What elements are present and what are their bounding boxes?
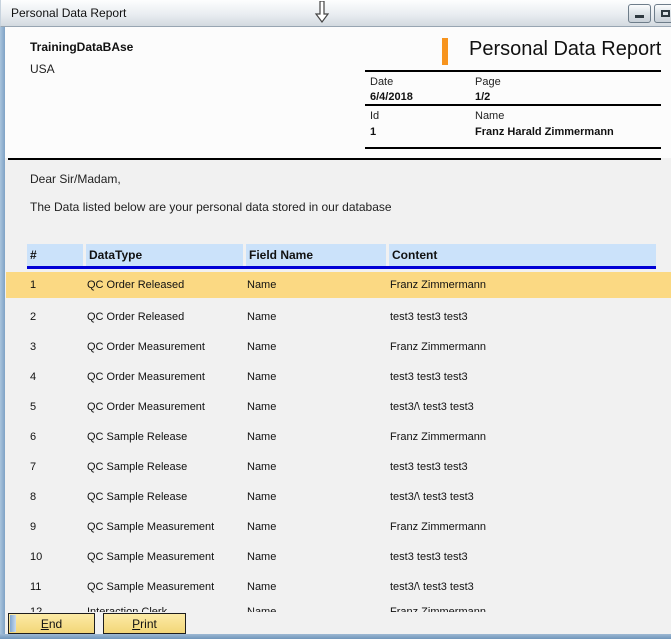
- cell-field: Name: [247, 332, 390, 362]
- cell-content: test3/\ test3 test3: [390, 482, 671, 512]
- cell-n: 10: [6, 542, 87, 572]
- cell-field: Name: [247, 482, 390, 512]
- cell-content: Franz Zimmermann: [390, 272, 671, 298]
- cell-content: test3 test3 test3: [390, 542, 671, 572]
- company-name: TrainingDataBAse: [30, 40, 133, 54]
- cell-field: Name: [247, 452, 390, 482]
- cell-n: 7: [6, 452, 87, 482]
- cell-field: Name: [247, 542, 390, 572]
- page-label: Page: [475, 76, 501, 88]
- cell-n: 1: [6, 272, 87, 298]
- cell-datatype: QC Sample Release: [87, 422, 247, 452]
- cell-datatype: QC Sample Measurement: [87, 512, 247, 542]
- window-border-bottom: [0, 634, 671, 639]
- intro-text: The Data listed below are your personal …: [30, 200, 392, 214]
- cell-field: Name: [247, 362, 390, 392]
- table-row[interactable]: 9QC Sample MeasurementNameFranz Zimmerma…: [6, 512, 671, 542]
- cell-field: Name: [247, 302, 390, 332]
- table-header-underline: [27, 266, 656, 269]
- name-value: Franz Harald Zimmermann: [475, 126, 614, 138]
- column-header-content[interactable]: Content: [389, 244, 656, 266]
- cell-content: test3 test3 test3: [390, 362, 671, 392]
- cell-field: Name: [247, 597, 390, 613]
- table-row[interactable]: 2QC Order ReleasedNametest3 test3 test3: [6, 302, 671, 332]
- focus-indicator: [10, 615, 16, 632]
- footer-bar: End Print: [0, 612, 671, 634]
- cell-content: test3 test3 test3: [390, 302, 671, 332]
- cell-content: Franz Zimmermann: [390, 332, 671, 362]
- column-header-datatype[interactable]: DataType: [86, 244, 243, 266]
- id-value: 1: [370, 126, 376, 138]
- cell-datatype: QC Order Measurement: [87, 362, 247, 392]
- table-row[interactable]: 4QC Order MeasurementNametest3 test3 tes…: [6, 362, 671, 392]
- cell-datatype: Interaction Clerk: [87, 597, 247, 613]
- minimize-icon: [635, 15, 644, 18]
- cell-field: Name: [247, 422, 390, 452]
- greeting-text: Dear Sir/Madam,: [30, 172, 121, 186]
- cell-n: 8: [6, 482, 87, 512]
- table-row[interactable]: 5QC Order MeasurementNametest3/\ test3 t…: [6, 392, 671, 422]
- cell-datatype: QC Order Released: [87, 302, 247, 332]
- cell-n: 6: [6, 422, 87, 452]
- cell-field: Name: [247, 392, 390, 422]
- cell-content: Franz Zimmermann: [390, 422, 671, 452]
- id-label: Id: [370, 110, 379, 122]
- name-label: Name: [475, 110, 504, 122]
- cell-datatype: QC Sample Measurement: [87, 542, 247, 572]
- personal-data-report-window: Personal Data Report TrainingDataBAse US…: [0, 0, 671, 639]
- cell-content: Franz Zimmermann: [390, 597, 671, 613]
- window-controls: [628, 4, 671, 23]
- cell-content: Franz Zimmermann: [390, 512, 671, 542]
- end-button[interactable]: End: [8, 613, 95, 634]
- date-value: 6/4/2018: [370, 91, 413, 103]
- cell-field: Name: [247, 512, 390, 542]
- maximize-icon: [661, 10, 670, 17]
- page-value: 1/2: [475, 91, 490, 103]
- table-row[interactable]: 7QC Sample ReleaseNametest3 test3 test3: [6, 452, 671, 482]
- table-body: 1QC Order ReleasedNameFranz Zimmermann2Q…: [6, 272, 671, 613]
- cell-n: 2: [6, 302, 87, 332]
- cell-datatype: QC Order Measurement: [87, 392, 247, 422]
- cell-n: 9: [6, 512, 87, 542]
- table-row[interactable]: 1QC Order ReleasedNameFranz Zimmermann: [6, 272, 671, 298]
- meta-divider-bottom: [365, 147, 661, 149]
- meta-divider-top: [365, 70, 661, 72]
- window-border-left: [0, 27, 5, 639]
- cell-datatype: QC Order Measurement: [87, 332, 247, 362]
- table-row[interactable]: 6QC Sample ReleaseNameFranz Zimmermann: [6, 422, 671, 452]
- table-row[interactable]: 8QC Sample ReleaseNametest3/\ test3 test…: [6, 482, 671, 512]
- date-label: Date: [370, 76, 393, 88]
- minimize-button[interactable]: [628, 4, 651, 23]
- print-button[interactable]: Print: [103, 613, 186, 634]
- cell-n: 3: [6, 332, 87, 362]
- maximize-button[interactable]: [654, 4, 671, 23]
- report-header: TrainingDataBAse USA Personal Data Repor…: [5, 27, 671, 158]
- cell-content: test3 test3 test3: [390, 452, 671, 482]
- cell-field: Name: [247, 272, 390, 298]
- cell-datatype: QC Order Released: [87, 272, 247, 298]
- table-header-row: #DataTypeField NameContent: [27, 244, 656, 266]
- cell-n: 12: [6, 597, 87, 613]
- table-row[interactable]: 3QC Order MeasurementNameFranz Zimmerman…: [6, 332, 671, 362]
- meta-divider-middle: [365, 104, 661, 106]
- cell-content: test3/\ test3 test3: [390, 392, 671, 422]
- column-header--[interactable]: #: [27, 244, 83, 266]
- window-titlebar[interactable]: Personal Data Report: [0, 0, 671, 27]
- mouse-cursor-down-arrow-icon: [313, 1, 331, 23]
- column-header-field-name[interactable]: Field Name: [246, 244, 386, 266]
- cell-datatype: QC Sample Release: [87, 452, 247, 482]
- report-title: Personal Data Report: [469, 38, 661, 61]
- cell-n: 5: [6, 392, 87, 422]
- cell-n: 4: [6, 362, 87, 392]
- cell-datatype: QC Sample Release: [87, 482, 247, 512]
- country-label: USA: [30, 62, 55, 76]
- header-separator-line: [8, 158, 661, 160]
- table-row[interactable]: 12Interaction ClerkNameFranz Zimmermann: [6, 597, 671, 613]
- table-row[interactable]: 10QC Sample MeasurementNametest3 test3 t…: [6, 542, 671, 572]
- accent-bar: [442, 38, 448, 65]
- window-title: Personal Data Report: [11, 6, 126, 20]
